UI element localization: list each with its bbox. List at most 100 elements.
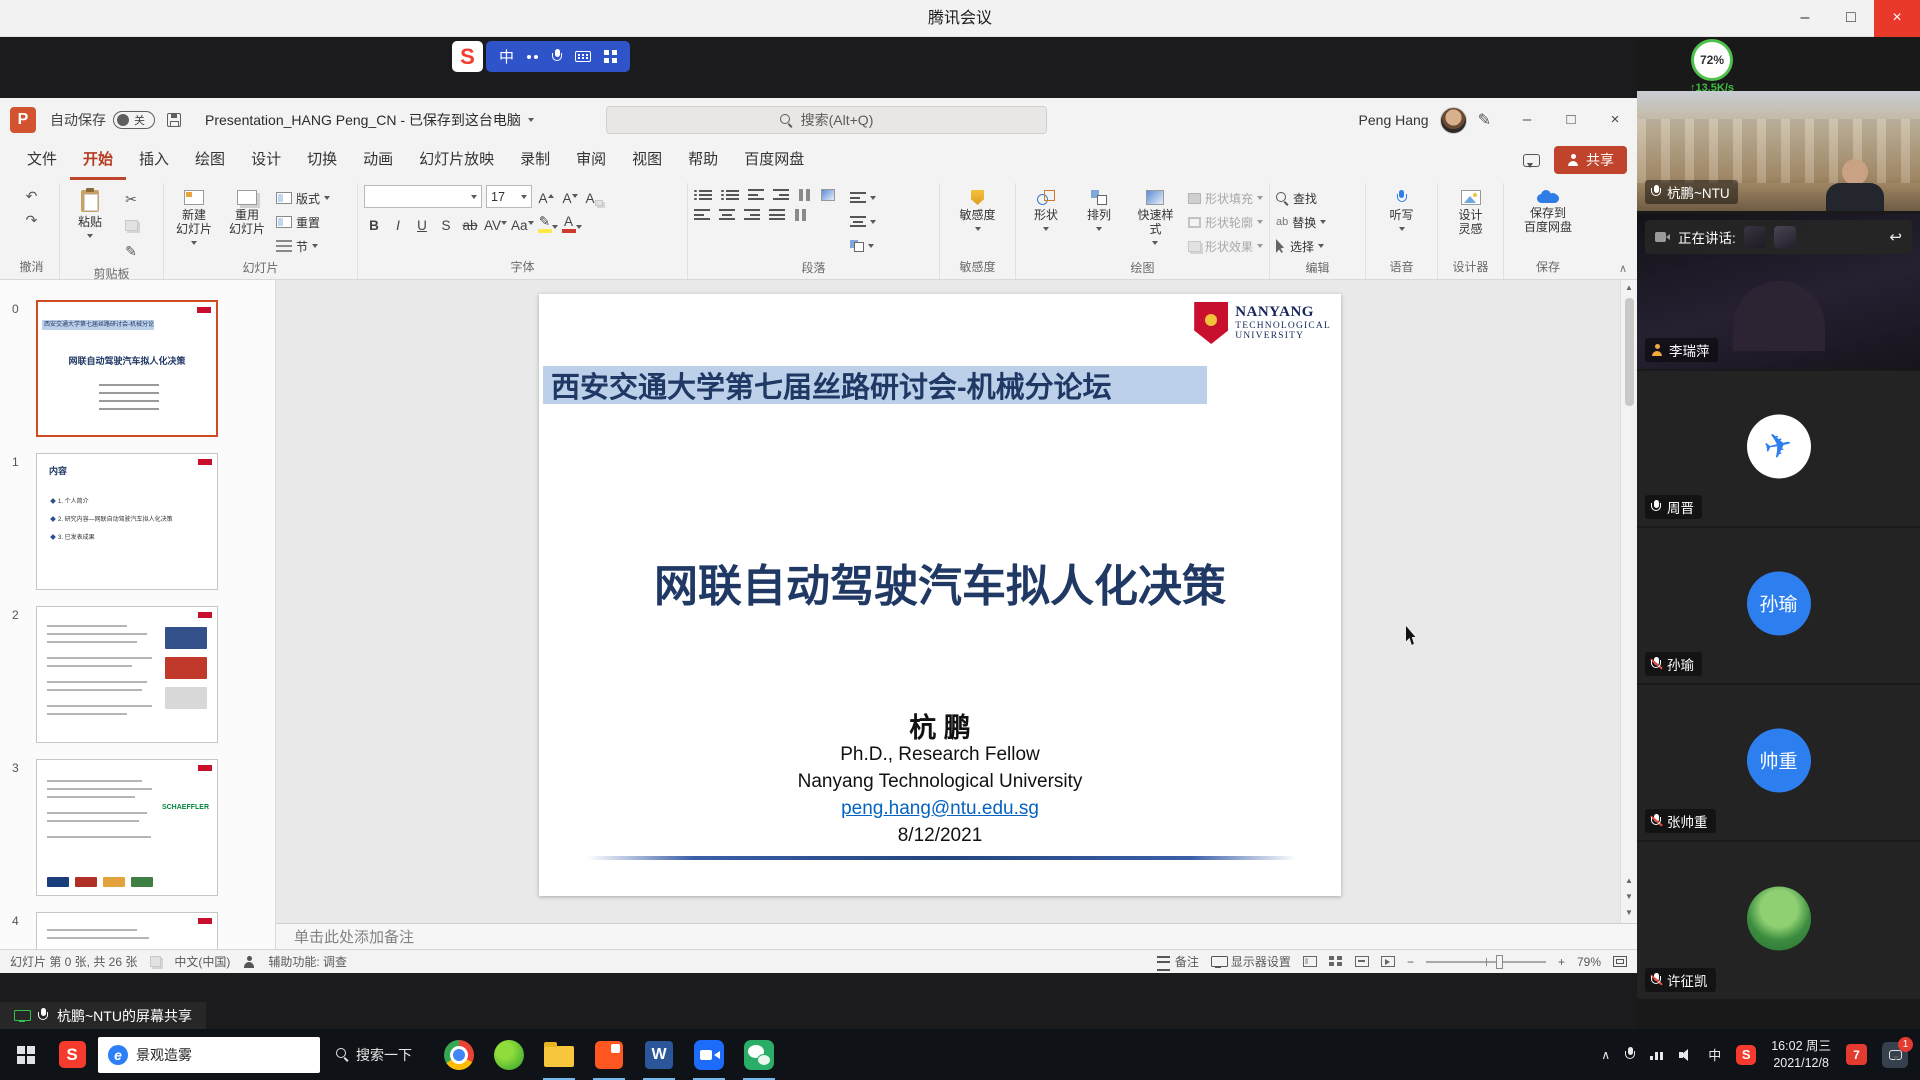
- avatar[interactable]: [1440, 107, 1467, 134]
- sogou-logo-icon[interactable]: S: [452, 41, 483, 72]
- line-spacing-icon[interactable]: [798, 189, 812, 201]
- document-title[interactable]: Presentation_HANG Peng_CN - 已保存到这台电脑: [205, 110, 534, 130]
- notes-pane[interactable]: 单击此处添加备注: [276, 923, 1637, 949]
- participant-tile-zhangshuaizhong[interactable]: 帅重 张帅重: [1637, 685, 1920, 840]
- notification-center-icon[interactable]: 1: [1882, 1042, 1908, 1068]
- numbering-icon[interactable]: [721, 190, 739, 201]
- shape-fill-button[interactable]: 形状填充: [1188, 188, 1263, 208]
- collapse-ribbon-icon[interactable]: ∧: [1619, 262, 1627, 275]
- tab-review[interactable]: 审阅: [563, 142, 619, 180]
- find-button[interactable]: 查找: [1276, 188, 1317, 208]
- slide-thumbnail-4[interactable]: [36, 912, 218, 949]
- align-center-icon[interactable]: [719, 209, 735, 221]
- tab-baidu-netdisk[interactable]: 百度网盘: [731, 142, 817, 180]
- section-button[interactable]: 节: [276, 236, 330, 256]
- ime-voice-icon[interactable]: [552, 49, 562, 64]
- scroll-down-icon[interactable]: ▼: [1621, 905, 1637, 921]
- grow-font-button[interactable]: A: [536, 186, 556, 207]
- copy-button[interactable]: [119, 214, 143, 236]
- screen-share-banner[interactable]: 杭鹏~NTU的屏幕共享: [0, 1002, 206, 1029]
- slide-thumbnail-3[interactable]: SCHAEFFLER: [36, 759, 218, 896]
- change-case-button[interactable]: Aa: [511, 213, 534, 234]
- arrange-button[interactable]: 排列: [1075, 185, 1123, 233]
- presenter-video[interactable]: 杭鹏~NTU: [1637, 91, 1920, 211]
- taskbar-explorer-icon[interactable]: [534, 1029, 584, 1080]
- accessibility-status[interactable]: 辅助功能: 调查: [268, 953, 347, 970]
- save-to-baidu-button[interactable]: 保存到 百度网盘: [1520, 185, 1576, 237]
- window-maximize-button[interactable]: □: [1828, 0, 1874, 37]
- zoom-slider-thumb[interactable]: [1496, 955, 1503, 969]
- window-minimize-button[interactable]: –: [1782, 0, 1828, 37]
- underline-button[interactable]: U: [412, 213, 432, 234]
- ime-keyboard-icon[interactable]: [575, 51, 591, 62]
- taskbar-pdf-icon[interactable]: [584, 1029, 634, 1080]
- slide-header-textbox[interactable]: 西安交通大学第七届丝路研讨会-机械分论坛: [543, 366, 1207, 404]
- taskbar-chrome-icon[interactable]: [434, 1029, 484, 1080]
- quick-styles-button[interactable]: 快速样式: [1128, 185, 1183, 247]
- slide-sorter-view-button[interactable]: [1329, 956, 1343, 967]
- vertical-scrollbar[interactable]: ▲ ▲ ▼ ▼: [1620, 280, 1637, 923]
- language-indicator[interactable]: 中文(中国): [174, 953, 230, 970]
- ime-punctuation-icon[interactable]: [527, 54, 539, 60]
- scroll-up-icon[interactable]: ▲: [1621, 280, 1637, 296]
- slideshow-view-button[interactable]: [1381, 956, 1395, 967]
- slide-thumbnail-2[interactable]: [36, 606, 218, 743]
- ppt-minimize-button[interactable]: –: [1505, 98, 1549, 142]
- align-left-icon[interactable]: [694, 209, 710, 221]
- ppt-maximize-button[interactable]: □: [1549, 98, 1593, 142]
- tab-transitions[interactable]: 切换: [294, 142, 350, 180]
- tray-language-indicator[interactable]: 中: [1708, 1045, 1721, 1064]
- zoom-out-button[interactable]: −: [1407, 955, 1414, 969]
- font-color-button[interactable]: A: [562, 213, 582, 234]
- scrollbar-thumb[interactable]: [1625, 298, 1634, 406]
- format-painter-button[interactable]: ✎: [119, 240, 143, 262]
- new-slide-button[interactable]: 新建 幻灯片: [170, 185, 218, 247]
- bold-button[interactable]: B: [364, 213, 384, 234]
- tab-design[interactable]: 设计: [238, 142, 294, 180]
- taskbar-sogou-icon[interactable]: S: [52, 1029, 92, 1080]
- zoom-slider[interactable]: [1426, 961, 1546, 963]
- ime-language-mode[interactable]: 中: [499, 46, 514, 67]
- highlight-color-button[interactable]: ✎: [538, 213, 558, 234]
- tab-home[interactable]: 开始: [70, 142, 126, 180]
- smartart-button[interactable]: [850, 236, 876, 256]
- autosave-control[interactable]: 自动保存 关: [50, 110, 155, 130]
- taskbar-meeting-icon[interactable]: [684, 1029, 734, 1080]
- reply-arrow-icon[interactable]: ↩: [1889, 228, 1902, 246]
- ime-toolbox-icon[interactable]: [604, 50, 617, 63]
- spellcheck-icon[interactable]: [150, 956, 161, 967]
- participant-tile-sunyu[interactable]: 孙瑜 孙瑜: [1637, 528, 1920, 683]
- participant-tile-xuzhengkai[interactable]: 许征凯: [1637, 842, 1920, 999]
- shapes-button[interactable]: 形状: [1022, 185, 1070, 233]
- shape-effects-button[interactable]: 形状效果: [1188, 236, 1263, 256]
- paste-button[interactable]: 粘贴: [66, 185, 114, 240]
- undo-button[interactable]: ↶: [20, 185, 44, 207]
- tray-expand-icon[interactable]: ∧: [1601, 1048, 1610, 1062]
- window-close-button[interactable]: ×: [1874, 0, 1920, 37]
- align-right-icon[interactable]: [744, 209, 760, 221]
- tab-help[interactable]: 帮助: [675, 142, 731, 180]
- autosave-toggle[interactable]: 关: [113, 111, 155, 129]
- normal-view-button[interactable]: [1303, 956, 1317, 967]
- tray-mic-icon[interactable]: [1625, 1047, 1635, 1062]
- sensitivity-button[interactable]: 敏感度: [954, 185, 1002, 233]
- fit-slide-to-window-button[interactable]: [1613, 956, 1627, 967]
- shrink-font-button[interactable]: A: [560, 186, 580, 207]
- design-ideas-button[interactable]: 设计 灵感: [1447, 185, 1495, 239]
- slide-email-link[interactable]: peng.hang@ntu.edu.sg: [539, 798, 1341, 820]
- slide[interactable]: NANYANG TECHNOLOGICAL UNIVERSITY 西安交通大学第…: [539, 294, 1341, 896]
- justify-icon[interactable]: [769, 209, 785, 221]
- tray-volume-icon[interactable]: [1679, 1049, 1693, 1061]
- tab-slideshow[interactable]: 幻灯片放映: [406, 142, 507, 180]
- taskbar-clock[interactable]: 16:02 周三 2021/12/8: [1771, 1038, 1831, 1071]
- reading-view-button[interactable]: [1355, 956, 1369, 967]
- cut-button[interactable]: ✂: [119, 188, 143, 210]
- font-name-combo[interactable]: [364, 185, 482, 208]
- search-now-button[interactable]: 搜索一下: [320, 1029, 428, 1080]
- participant-tile-zhoujin[interactable]: ✈ 周晋: [1637, 371, 1920, 526]
- network-indicator[interactable]: 72% ↑13.5K/s: [1677, 39, 1747, 94]
- select-button[interactable]: 选择: [1276, 236, 1324, 256]
- zoom-in-button[interactable]: +: [1558, 955, 1565, 969]
- italic-button[interactable]: I: [388, 213, 408, 234]
- reset-button[interactable]: 重置: [276, 212, 330, 232]
